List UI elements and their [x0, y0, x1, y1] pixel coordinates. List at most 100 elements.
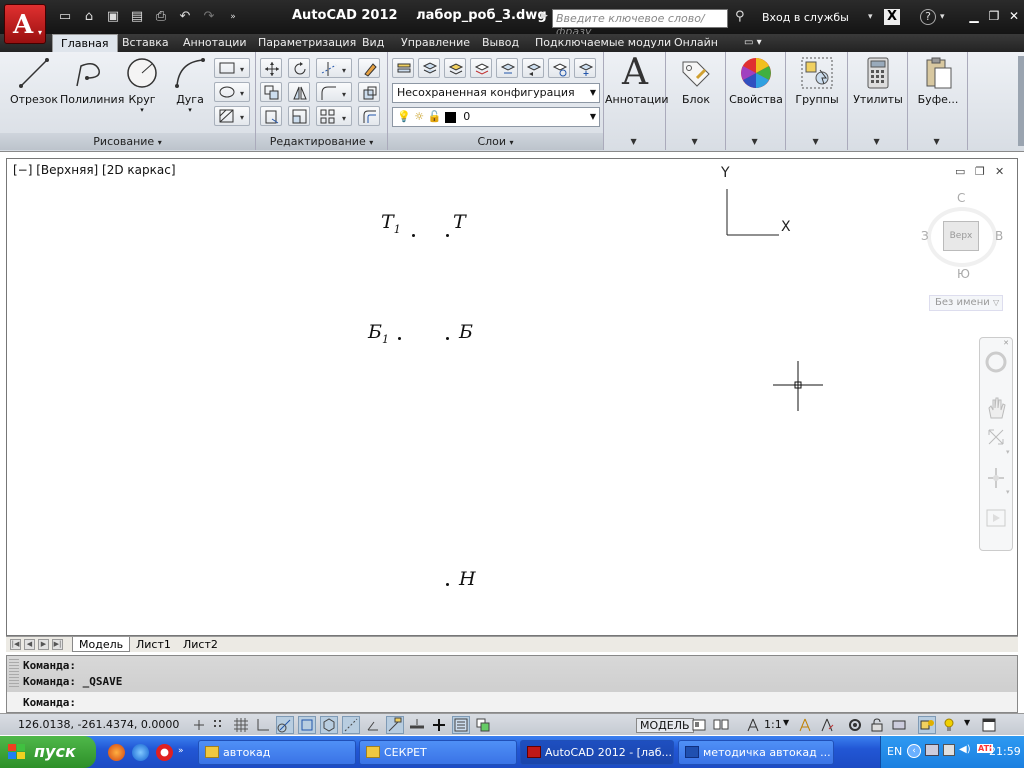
navbar-close-icon[interactable]: ✕ — [1003, 339, 1009, 347]
compass-west-label[interactable]: З — [921, 229, 929, 243]
point-marker[interactable] — [412, 234, 415, 237]
ribbon-minimize-icon[interactable]: ▭ ▾ — [744, 34, 762, 52]
model-space-button[interactable]: МОДЕЛЬ — [636, 718, 694, 733]
viewport-controls-label[interactable]: [−] [Верхняя] [2D каркас] — [13, 163, 176, 177]
allow-ucs-icon[interactable] — [364, 716, 382, 734]
rectangle-button[interactable]: ▾ — [214, 58, 250, 78]
groups-button[interactable]: Группы — [787, 56, 847, 106]
network-icon[interactable] — [925, 744, 939, 756]
close-button[interactable]: ✕ — [1006, 8, 1022, 24]
3d-object-snap-icon[interactable] — [320, 716, 338, 734]
layer-combo[interactable]: 💡 ☼ 🔓 0 ▼ — [392, 107, 600, 127]
undo-icon[interactable]: ↶ — [174, 8, 196, 26]
rotate-button[interactable] — [288, 58, 310, 78]
taskbar-item-folder[interactable]: СЕКРЕТ — [359, 740, 517, 765]
viewport-restore-icon[interactable]: ❐ — [975, 165, 985, 178]
grid-display-icon[interactable] — [232, 716, 250, 734]
hatch-pattern-button[interactable]: ▾ — [214, 106, 250, 126]
tab-layout2[interactable]: Лист2 — [183, 637, 218, 652]
polyline-button[interactable]: Полилиния — [60, 56, 124, 106]
viewport-minimize-icon[interactable]: ▭ — [955, 165, 965, 178]
search-expand-icon[interactable]: ▶ — [541, 11, 548, 21]
chevron-down-icon[interactable]: ▼ — [783, 718, 789, 727]
quicklaunch-more-icon[interactable]: » — [178, 746, 184, 756]
point-marker[interactable] — [446, 337, 449, 340]
tab-view[interactable]: Вид — [362, 34, 384, 52]
showmotion-icon[interactable] — [985, 506, 1007, 530]
new-file-icon[interactable]: ▭ — [54, 8, 76, 26]
layer-isolate-button[interactable] — [444, 58, 466, 78]
lineweight-icon[interactable] — [408, 716, 426, 734]
safely-remove-icon[interactable] — [943, 744, 955, 756]
drawing-area[interactable]: [−] [Верхняя] [2D каркас] ▭ ❐ ✕ Y X Т1 Т… — [6, 158, 1018, 636]
internet-explorer-icon[interactable] — [132, 744, 149, 761]
tray-expand-icon[interactable]: ‹ — [907, 744, 921, 758]
quick-view-layouts-icon[interactable] — [690, 716, 708, 734]
fillet-button[interactable]: ▾ — [316, 82, 352, 102]
tab-annotate[interactable]: Аннотации — [183, 34, 247, 52]
minimize-button[interactable]: ▁ — [966, 8, 982, 24]
restore-button[interactable]: ❐ — [986, 8, 1002, 24]
snap-mode-icon[interactable] — [210, 716, 228, 734]
language-indicator[interactable]: EN — [887, 745, 902, 758]
qat-more-icon[interactable]: » — [222, 8, 244, 26]
first-tab-icon[interactable]: |◀ — [10, 639, 21, 650]
erase-button[interactable] — [358, 58, 380, 78]
start-button[interactable]: пуск — [0, 736, 96, 768]
orbit-icon[interactable] — [985, 466, 1007, 490]
dynamic-input-icon[interactable] — [386, 716, 404, 734]
point-marker[interactable] — [446, 583, 449, 586]
tab-layout1[interactable]: Лист1 — [136, 637, 171, 652]
point-marker[interactable] — [398, 337, 401, 340]
quick-properties-icon[interactable] — [452, 716, 470, 734]
search-input[interactable]: Введите ключевое слово/фразу — [552, 9, 728, 38]
properties-button[interactable]: Свойства — [726, 56, 786, 106]
annotations-button[interactable]: A Аннотации — [605, 55, 669, 107]
scale-button[interactable] — [288, 106, 310, 126]
annotation-scale-value[interactable]: 1:1 — [764, 718, 782, 731]
command-input[interactable]: Команда: — [23, 696, 76, 709]
stretch-button[interactable] — [260, 106, 282, 126]
zoom-extents-icon[interactable] — [985, 426, 1007, 450]
block-button[interactable]: Блок — [666, 56, 726, 106]
lightbulb-icon[interactable] — [940, 716, 958, 734]
ortho-mode-icon[interactable] — [254, 716, 272, 734]
transparency-icon[interactable] — [430, 716, 448, 734]
chevron-down-icon[interactable]: ▼ — [752, 137, 758, 146]
toolbar-lock-icon[interactable] — [868, 716, 886, 734]
layers-panel-title[interactable]: Слои ▾ — [388, 133, 603, 150]
quick-view-drawings-icon[interactable] — [712, 716, 730, 734]
tab-model[interactable]: Модель — [72, 637, 131, 652]
taskbar-item-autocad[interactable]: AutoCAD 2012 - [лаб... — [520, 740, 674, 765]
chevron-down-icon[interactable]: ▼ — [874, 137, 880, 146]
chevron-down-icon[interactable]: ▾ — [1006, 448, 1010, 456]
workspace-gear-icon[interactable] — [846, 716, 864, 734]
tab-output[interactable]: Вывод — [482, 34, 519, 52]
tab-plugins[interactable]: Подключаемые модули — [535, 34, 671, 52]
application-menu-button[interactable]: A ▾ — [4, 4, 46, 44]
layer-properties-button[interactable] — [392, 58, 414, 78]
sign-in-link[interactable]: Вход в службы — [762, 11, 849, 24]
explode-button[interactable] — [358, 82, 380, 102]
annotation-scale-icon[interactable] — [744, 716, 762, 734]
layer-freeze-button[interactable] — [574, 58, 596, 78]
print-icon[interactable]: ⎙ — [150, 8, 172, 26]
compass-east-label[interactable]: В — [995, 229, 1003, 243]
hardware-acceleration-icon[interactable] — [890, 716, 908, 734]
annotation-visibility-icon[interactable] — [796, 716, 814, 734]
layer-match-button[interactable] — [496, 58, 518, 78]
tab-home[interactable]: Главная — [52, 34, 118, 52]
tab-insert[interactable]: Вставка — [122, 34, 169, 52]
viewcube[interactable]: С З В Ю Верх Без имени ▽ — [919, 189, 1009, 319]
trim-button[interactable]: ▾ — [316, 58, 352, 78]
command-grip[interactable] — [9, 659, 19, 689]
mirror-button[interactable] — [288, 82, 310, 102]
auto-scale-icon[interactable] — [818, 716, 836, 734]
taskbar-item-folder[interactable]: автокад — [198, 740, 356, 765]
exchange-icon[interactable]: X — [884, 9, 900, 25]
infer-constraints-icon[interactable] — [190, 716, 208, 734]
utilities-button[interactable]: Утилиты — [848, 56, 908, 106]
clean-screen-icon[interactable] — [980, 716, 998, 734]
compass-north-label[interactable]: С — [957, 191, 965, 205]
ucs-menu[interactable]: Без имени ▽ — [929, 295, 1003, 311]
